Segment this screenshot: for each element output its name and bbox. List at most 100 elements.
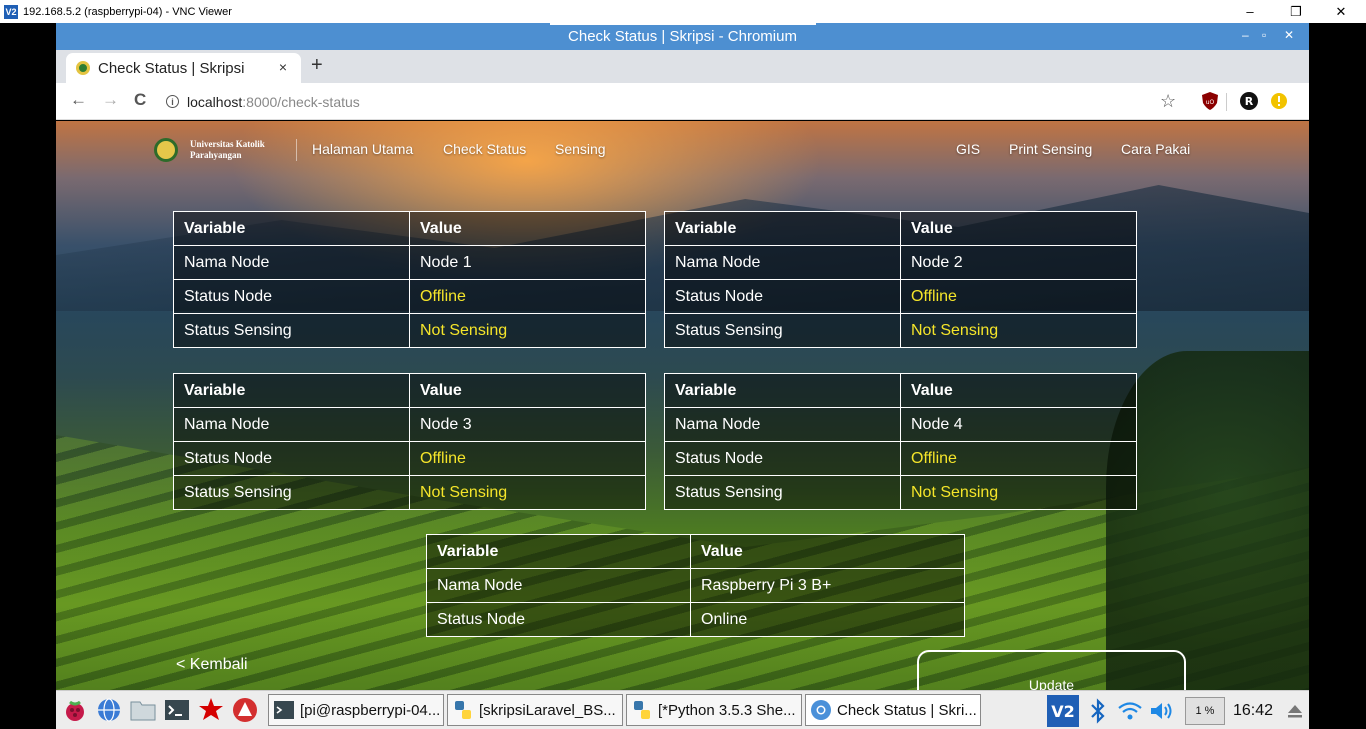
header-variable: Variable: [664, 211, 901, 246]
file-manager-launcher[interactable]: [128, 695, 158, 725]
nav-cara-pakai[interactable]: Cara Pakai: [1121, 141, 1190, 157]
raspberry-menu-button[interactable]: [60, 695, 90, 725]
reload-button[interactable]: C: [134, 90, 146, 110]
header-value: Value: [900, 373, 1137, 408]
bookmark-star-icon[interactable]: ☆: [1160, 91, 1176, 112]
tab-close-icon[interactable]: ×: [279, 59, 287, 75]
bluetooth-icon[interactable]: [1087, 697, 1109, 724]
task-label: [*Python 3.5.3 She...: [658, 701, 796, 719]
site-navbar: Universitas Katolik Parahyangan Halaman …: [56, 121, 1309, 173]
vnc-window-title: 192.168.5.2 (raspberrypi-04) - VNC Viewe…: [23, 5, 232, 18]
rpi-name: Raspberry Pi 3 B+: [690, 568, 965, 603]
python-icon: [634, 701, 650, 719]
chromium-window-title: Check Status | Skripsi - Chromium: [568, 28, 797, 45]
header-variable: Variable: [173, 211, 410, 246]
web-browser-launcher[interactable]: [94, 695, 124, 725]
nav-divider: [296, 139, 297, 161]
nav-check-status[interactable]: Check Status: [443, 141, 526, 157]
table-row: Status Node Offline: [173, 279, 646, 314]
table-row: Nama Node Node 1: [173, 245, 646, 280]
chromium-icon: [811, 700, 831, 720]
mathematica-launcher[interactable]: [196, 695, 226, 725]
tab-check-status[interactable]: Check Status | Skripsi ×: [66, 53, 301, 83]
terminal-icon: [165, 700, 189, 720]
row-label-nama: Nama Node: [664, 407, 901, 442]
row-label-sensing: Status Sensing: [173, 475, 410, 510]
vnc-server-icon[interactable]: V2: [1046, 694, 1079, 727]
forward-button[interactable]: →: [102, 90, 119, 110]
terminal-launcher[interactable]: [162, 695, 192, 725]
node1-name: Node 1: [409, 245, 646, 280]
taskbar: [pi@raspberrypi-04... [skripsiLaravel_BS…: [56, 690, 1309, 729]
table-row: Status Node Offline: [664, 441, 1137, 476]
update-button[interactable]: Update: [917, 650, 1186, 690]
header-value: Value: [409, 373, 646, 408]
node4-status: Offline: [900, 441, 1137, 476]
svg-text:uO: uO: [1206, 99, 1215, 106]
extension-r-icon[interactable]: R: [1240, 92, 1258, 110]
ublock-shield-icon[interactable]: uO: [1202, 92, 1218, 110]
row-label-nama: Nama Node: [426, 568, 691, 603]
node2-status: Offline: [900, 279, 1137, 314]
new-tab-button[interactable]: +: [311, 54, 323, 77]
header-value: Value: [690, 534, 965, 569]
node4-status-table: Variable Value Nama Node Node 4 Status Nod…: [664, 373, 1137, 510]
university-name-line1: Universitas Katolik: [190, 139, 265, 149]
browser-toolbar: ← → C i localhost:8000/check-status ☆ uO…: [56, 83, 1309, 120]
vnc-restore-button[interactable]: ❐: [1276, 0, 1316, 23]
taskbar-task-editor[interactable]: [skripsiLaravel_BS...: [447, 694, 623, 726]
toolbar-divider: [1226, 93, 1227, 111]
nav-print-sensing[interactable]: Print Sensing: [1009, 141, 1092, 157]
taskbar-task-chromium[interactable]: Check Status | Skri...: [805, 694, 981, 726]
task-label: [skripsiLaravel_BS...: [479, 701, 616, 719]
university-name-line2: Parahyangan: [190, 150, 242, 160]
node4-name: Node 4: [900, 407, 1137, 442]
clock[interactable]: 16:42: [1233, 702, 1273, 720]
table-row: Status Sensing Not Sensing: [173, 475, 646, 510]
row-label-sensing: Status Sensing: [173, 313, 410, 348]
header-variable: Variable: [426, 534, 691, 569]
chromium-minimize-button[interactable]: –: [1242, 28, 1249, 42]
mathematica-star-icon: [199, 698, 223, 720]
nav-gis[interactable]: GIS: [956, 141, 980, 157]
rpi-status: Online: [690, 602, 965, 637]
nav-sensing[interactable]: Sensing: [555, 141, 606, 157]
eject-icon[interactable]: [1285, 701, 1305, 721]
back-button[interactable]: ←: [70, 90, 87, 110]
vnc-close-button[interactable]: ✕: [1321, 0, 1361, 23]
vnc-minimize-button[interactable]: –: [1230, 0, 1270, 23]
address-bar[interactable]: i localhost:8000/check-status: [166, 89, 1066, 114]
chromium-close-button[interactable]: ✕: [1284, 28, 1294, 42]
wifi-icon[interactable]: [1117, 700, 1143, 722]
cpu-usage-monitor[interactable]: 1 %: [1184, 696, 1225, 725]
row-label-nama: Nama Node: [664, 245, 901, 280]
url-host: localhost: [187, 93, 243, 110]
wolfram-launcher[interactable]: [230, 695, 260, 725]
svg-text:V2: V2: [1051, 702, 1075, 721]
table-header-row: Variable Value: [173, 373, 646, 408]
raspberry-pi-status-table: Variable Value Nama Node Raspberry Pi 3 B+…: [426, 534, 965, 637]
table-row: Status Sensing Not Sensing: [664, 475, 1137, 510]
table-row: Nama Node Node 4: [664, 407, 1137, 442]
node1-sensing: Not Sensing: [409, 313, 646, 348]
node3-status: Offline: [409, 441, 646, 476]
profile-avatar-icon[interactable]: [1270, 92, 1288, 110]
header-value: Value: [900, 211, 1137, 246]
folder-icon: [130, 701, 156, 721]
university-seal-icon[interactable]: [154, 138, 178, 162]
taskbar-task-terminal[interactable]: [pi@raspberrypi-04...: [268, 694, 444, 726]
kembali-link[interactable]: < Kembali: [176, 656, 248, 674]
site-info-icon[interactable]: i: [166, 95, 179, 108]
table-row: Status Sensing Not Sensing: [173, 313, 646, 348]
node4-sensing: Not Sensing: [900, 475, 1137, 510]
nav-halaman-utama[interactable]: Halaman Utama: [312, 141, 413, 157]
task-label: Check Status | Skri...: [837, 701, 977, 719]
taskbar-task-python-shell[interactable]: [*Python 3.5.3 She...: [626, 694, 802, 726]
raspberry-icon: [66, 700, 84, 721]
node3-name: Node 3: [409, 407, 646, 442]
volume-icon[interactable]: [1149, 700, 1175, 722]
chromium-maximize-button[interactable]: ▫: [1262, 28, 1266, 42]
university-name[interactable]: Universitas Katolik Parahyangan: [190, 139, 265, 161]
tab-strip: Check Status | Skripsi × +: [56, 50, 1309, 83]
row-label-status: Status Node: [173, 441, 410, 476]
